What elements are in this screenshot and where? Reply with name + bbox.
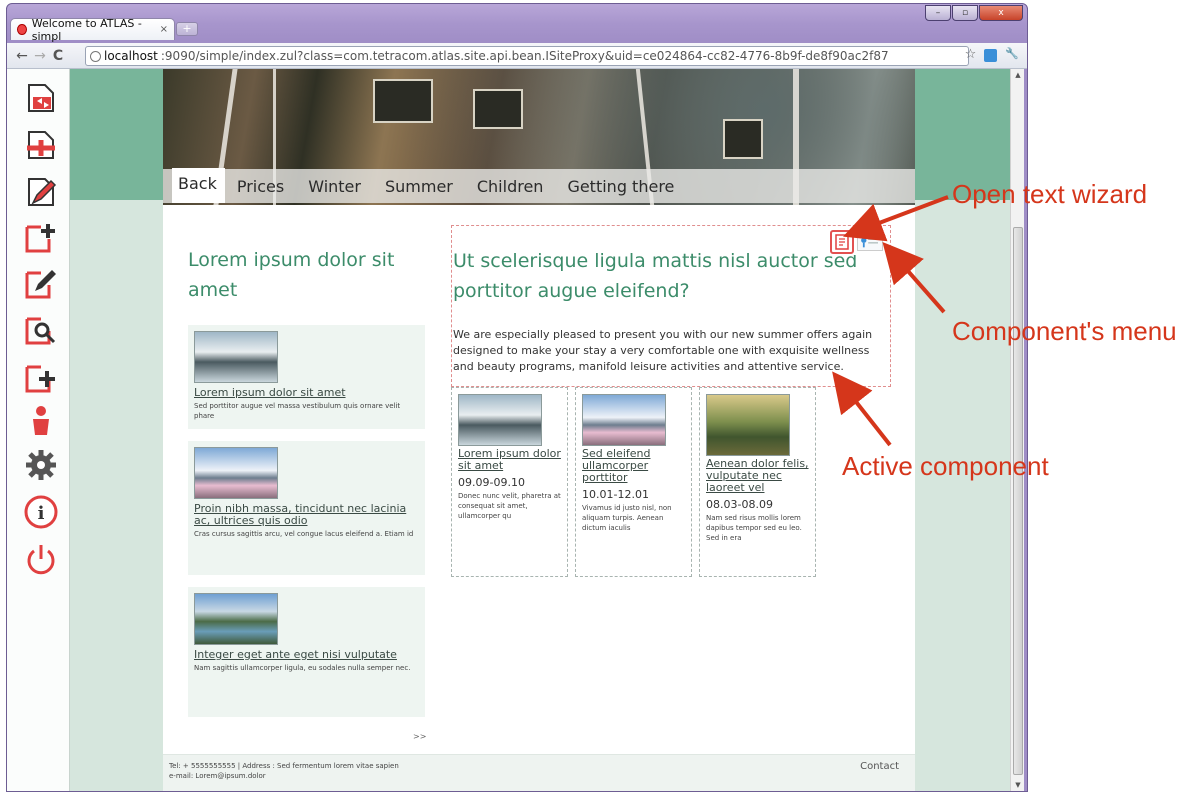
teaser-thumbnail[interactable] bbox=[194, 447, 278, 499]
card-title-link[interactable]: Lorem ipsum dolor sit amet bbox=[458, 448, 561, 472]
card-thumbnail[interactable] bbox=[706, 394, 790, 456]
teaser-text: Cras cursus sagittis arcu, vel congue la… bbox=[194, 530, 414, 538]
new-page-icon[interactable] bbox=[23, 359, 59, 395]
page-icon bbox=[90, 50, 101, 62]
screenshot: – ▫ x Welcome to ATLAS - simpl × + ← → C… bbox=[0, 0, 1204, 794]
card-title-link[interactable]: Sed eleifend ullamcorper porttitor bbox=[582, 448, 685, 484]
hero-window bbox=[723, 119, 763, 159]
search-page-icon[interactable] bbox=[23, 311, 59, 347]
component-menu-button[interactable] bbox=[857, 233, 883, 251]
scrollbar-thumb[interactable] bbox=[1013, 227, 1023, 775]
wrench-menu-icon[interactable]: 🔧 bbox=[1005, 47, 1019, 62]
address-bar[interactable]: localhost:9090/simple/index.zul?class=co… bbox=[85, 46, 969, 66]
component-menu-icon bbox=[861, 237, 878, 248]
left-heading: Lorem ipsum dolor sit amet bbox=[188, 249, 395, 301]
favicon-icon bbox=[17, 24, 27, 35]
nav-summer[interactable]: Summer bbox=[373, 171, 465, 203]
website-page: Back Prices Winter Summer Children Getti… bbox=[163, 69, 915, 791]
user-icon[interactable] bbox=[23, 403, 59, 439]
card-text: Donec nunc velit, pharetra at consequat … bbox=[458, 492, 561, 520]
teaser-thumbnail[interactable] bbox=[194, 331, 278, 383]
annotation-active-component: Active component bbox=[842, 451, 1049, 481]
switch-page-icon[interactable] bbox=[23, 79, 59, 115]
browser-toolbar: ← → C localhost:9090/simple/index.zul?cl… bbox=[7, 43, 1027, 69]
url-path: :9090/simple/index.zul?class=com.tetraco… bbox=[160, 49, 889, 63]
hero-image: Back Prices Winter Summer Children Getti… bbox=[163, 69, 915, 205]
settings-gear-icon[interactable] bbox=[23, 447, 59, 483]
offer-card[interactable]: Sed eleifend ullamcorper porttitor 10.01… bbox=[575, 387, 692, 577]
svg-text:i: i bbox=[38, 503, 45, 524]
tab-close-icon[interactable]: × bbox=[160, 24, 168, 35]
card-date: 08.03-08.09 bbox=[706, 498, 773, 511]
teaser-title-link[interactable]: Proin nibh massa, tincidunt nec lacinia … bbox=[194, 503, 419, 527]
tab-title: Welcome to ATLAS - simpl bbox=[31, 16, 142, 43]
component-toolbar bbox=[827, 229, 887, 255]
extension-icon[interactable] bbox=[984, 49, 998, 62]
scroll-up-arrow-icon[interactable]: ▲ bbox=[1011, 69, 1025, 81]
card-thumbnail[interactable] bbox=[582, 394, 666, 446]
teaser-text: Sed porttitor augue vel massa vestibulum… bbox=[194, 402, 401, 420]
card-text: Nam sed risus mollis lorem dapibus tempo… bbox=[706, 514, 802, 542]
teaser-title-link[interactable]: Lorem ipsum dolor sit amet bbox=[194, 387, 419, 399]
info-icon[interactable]: i bbox=[23, 494, 59, 530]
main-paragraph: We are especially pleased to present you… bbox=[453, 328, 873, 373]
forward-arrow-icon[interactable]: → bbox=[31, 48, 49, 64]
atlas-toolbar: i bbox=[7, 69, 70, 791]
more-link[interactable]: >> bbox=[413, 732, 426, 741]
footer-contact-info: Tel: + 5555555555 | Address : Sed fermen… bbox=[169, 761, 399, 781]
teaser-item[interactable]: Lorem ipsum dolor sit amet Sed porttitor… bbox=[188, 325, 425, 429]
teaser-item[interactable]: Proin nibh massa, tincidunt nec lacinia … bbox=[188, 441, 425, 575]
card-date: 10.01-12.01 bbox=[582, 488, 649, 501]
card-title-link[interactable]: Aenean dolor felis, vulputate nec laoree… bbox=[706, 458, 809, 494]
offer-card[interactable]: Aenean dolor felis, vulputate nec laoree… bbox=[699, 387, 816, 577]
new-tab-button[interactable]: + bbox=[176, 22, 198, 36]
footer-line: e-mail: Lorem@ipsum.dolor bbox=[169, 772, 266, 780]
nav-prices[interactable]: Prices bbox=[225, 171, 296, 203]
contact-link[interactable]: Contact bbox=[860, 761, 899, 772]
vertical-scrollbar[interactable]: ▲ ▼ bbox=[1010, 69, 1024, 791]
teaser-thumbnail[interactable] bbox=[194, 593, 278, 645]
url-host: localhost bbox=[104, 49, 158, 63]
edit-component-icon[interactable] bbox=[23, 265, 59, 301]
site-footer: Tel: + 5555555555 | Address : Sed fermen… bbox=[163, 754, 915, 791]
nav-children[interactable]: Children bbox=[465, 171, 556, 203]
add-page-icon[interactable] bbox=[23, 126, 59, 162]
nav-back[interactable]: Back bbox=[172, 168, 225, 203]
text-document-icon bbox=[835, 234, 849, 250]
hero-window bbox=[373, 79, 433, 123]
edit-page-icon[interactable] bbox=[23, 173, 59, 209]
bookmark-star-icon[interactable]: ☆ bbox=[965, 47, 977, 62]
teaser-text: Nam sagittis ullamcorper ligula, eu soda… bbox=[194, 664, 411, 672]
toolbar-right: ☆ 🔧 bbox=[965, 47, 1019, 62]
reload-icon[interactable]: C bbox=[49, 48, 67, 64]
back-arrow-icon[interactable]: ← bbox=[13, 48, 31, 64]
card-text: Vivamus id justo nisl, non aliquam turpi… bbox=[582, 504, 672, 532]
window-controls: – ▫ x bbox=[925, 5, 1023, 21]
open-text-wizard-button[interactable] bbox=[830, 230, 854, 254]
power-icon[interactable] bbox=[23, 541, 59, 577]
annotation-components-menu: Component's menu bbox=[952, 316, 1177, 346]
add-component-icon[interactable] bbox=[23, 219, 59, 255]
browser-tab[interactable]: Welcome to ATLAS - simpl × bbox=[10, 16, 175, 43]
maximize-button[interactable]: ▫ bbox=[952, 5, 978, 21]
minimize-button[interactable]: – bbox=[925, 5, 951, 21]
hero-window bbox=[473, 89, 523, 129]
nav-getting-there[interactable]: Getting there bbox=[555, 171, 686, 203]
teaser-title-link[interactable]: Integer eget ante eget nisi vulputate bbox=[194, 649, 419, 661]
card-date: 09.09-09.10 bbox=[458, 476, 525, 489]
nav-winter[interactable]: Winter bbox=[296, 171, 373, 203]
teaser-item[interactable]: Integer eget ante eget nisi vulputate Na… bbox=[188, 587, 425, 717]
main-heading: Ut scelerisque ligula mattis nisl auctor… bbox=[453, 250, 858, 302]
close-window-button[interactable]: x bbox=[979, 5, 1023, 21]
page-viewport: i Back Prices Winter Summer Children Get… bbox=[7, 69, 1010, 791]
card-thumbnail[interactable] bbox=[458, 394, 542, 446]
footer-line: Tel: + 5555555555 | Address : Sed fermen… bbox=[169, 762, 399, 770]
annotation-open-text-wizard: Open text wizard bbox=[952, 179, 1148, 209]
scroll-down-arrow-icon[interactable]: ▼ bbox=[1011, 779, 1025, 791]
offer-card[interactable]: Lorem ipsum dolor sit amet 09.09-09.10 D… bbox=[451, 387, 568, 577]
site-nav: Back Prices Winter Summer Children Getti… bbox=[163, 168, 915, 203]
